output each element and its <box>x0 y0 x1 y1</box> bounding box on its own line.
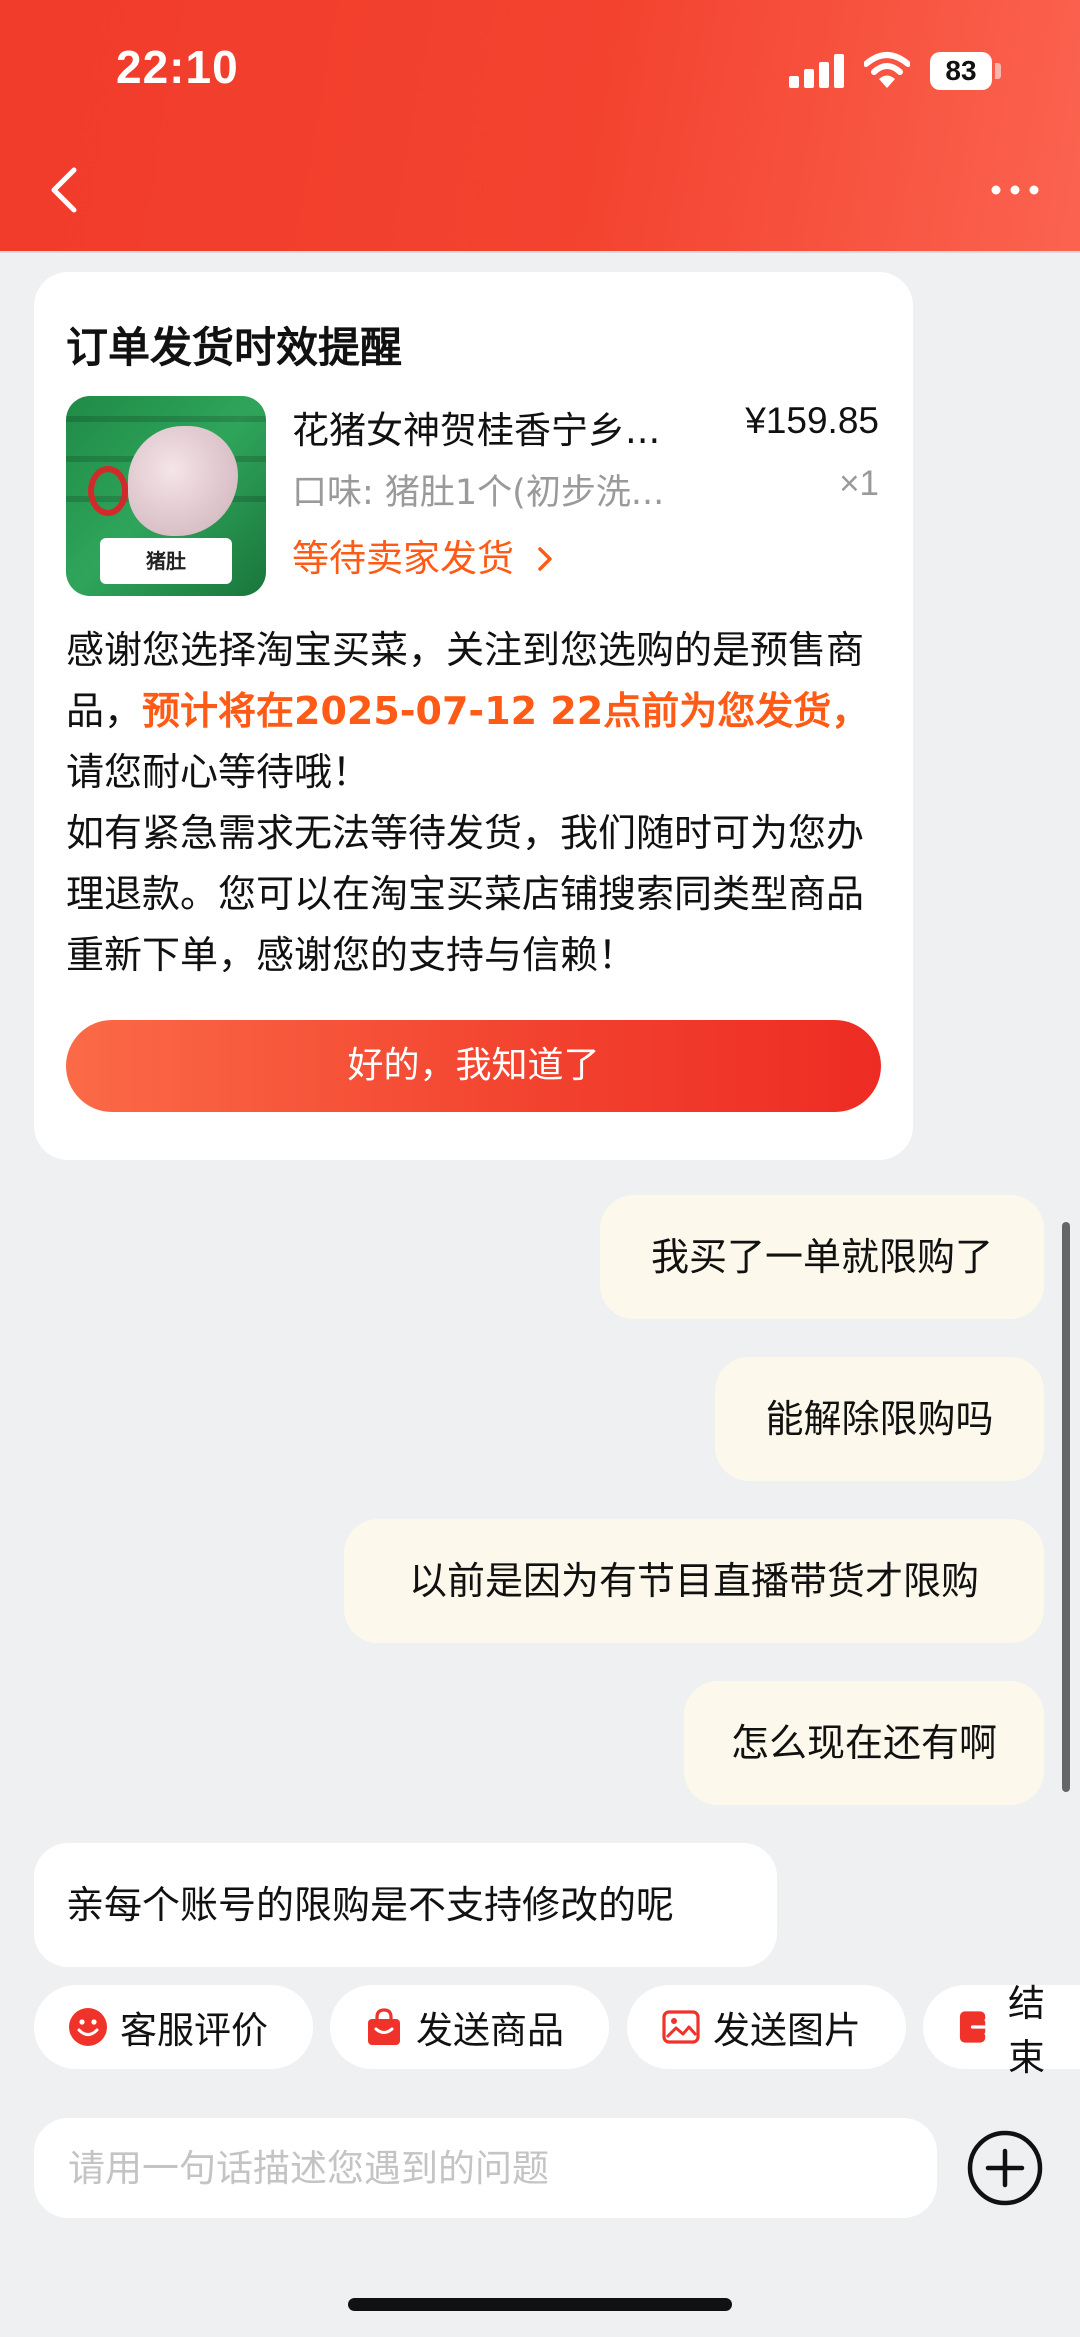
product-price: ¥159.85 <box>745 400 879 441</box>
message-text: 请您耐心等待哦！ <box>66 750 371 794</box>
smiley-icon <box>69 2008 107 2046</box>
exit-icon <box>959 2011 995 2043</box>
header: 22:10 83 <box>0 0 1080 253</box>
quick-action-send-image[interactable]: 发送图片 <box>627 1985 906 2069</box>
image-icon <box>662 2010 700 2044</box>
chevron-right-icon <box>538 547 552 571</box>
quick-action-rate-service[interactable]: 客服评价 <box>34 1985 313 2069</box>
order-reminder-card: 订单发货时效提醒 猪肚 花猪女神贺桂香宁乡... ¥159.85 口味: 猪肚1… <box>34 272 913 1160</box>
message-input[interactable] <box>34 2118 937 2218</box>
product-name[interactable]: 花猪女神贺桂香宁乡... <box>292 400 660 454</box>
shipping-deadline-highlight: 预计将在2025-07-12 22点前为您发货， <box>142 689 870 733</box>
product-spec: 口味: 猪肚1个(初步洗... <box>292 473 665 513</box>
user-message-bubble: 我买了一单就限购了 <box>600 1195 1044 1319</box>
battery-tip <box>995 63 1001 79</box>
order-status-label: 等待卖家发货 <box>292 537 514 580</box>
product-image-label: 猪肚 <box>100 538 232 584</box>
refund-notice-text: 如有紧急需求无法等待发货，我们随时可为您办理退款。您可以在淘宝买菜店铺搜索同类型… <box>66 811 865 977</box>
user-message-bubble: 怎么现在还有啊 <box>684 1681 1044 1805</box>
scrollbar[interactable] <box>1062 1222 1070 1792</box>
user-message-bubble: 能解除限购吗 <box>715 1357 1044 1481</box>
quick-action-label: 客服评价 <box>120 2009 268 2052</box>
home-indicator[interactable] <box>348 2298 732 2311</box>
quick-action-send-product[interactable]: 发送商品 <box>330 1985 609 2069</box>
cellular-signal-icon <box>789 54 845 88</box>
status-time: 22:10 <box>116 41 239 93</box>
battery-indicator: 83 <box>930 52 992 90</box>
user-message-bubble: 以前是因为有节目直播带货才限购 <box>344 1519 1044 1643</box>
card-message: 感谢您选择淘宝买菜，关注到您选购的是预售商品，预计将在2025-07-12 22… <box>66 620 881 986</box>
acknowledge-button[interactable]: 好的，我知道了 <box>66 1020 881 1112</box>
shopping-bag-icon <box>368 2008 400 2045</box>
quick-action-label: 发送图片 <box>713 2009 861 2052</box>
card-title: 订单发货时效提醒 <box>66 323 403 372</box>
wifi-icon <box>864 52 910 88</box>
quick-action-label: 发送商品 <box>416 2009 564 2052</box>
quick-action-end-session[interactable]: 结束 <box>923 1982 1080 2079</box>
product-quantity: ×1 <box>839 464 879 503</box>
back-icon[interactable] <box>40 160 90 220</box>
order-status-link[interactable]: 等待卖家发货 <box>292 528 556 582</box>
more-options-icon[interactable] <box>990 180 1040 200</box>
product-thumbnail[interactable]: 猪肚 <box>66 396 266 596</box>
quick-action-label: 结束 <box>1007 1982 1045 2079</box>
add-attachment-icon[interactable] <box>966 2129 1044 2207</box>
agent-message-bubble: 亲每个账号的限购是不支持修改的呢 <box>34 1843 777 1967</box>
